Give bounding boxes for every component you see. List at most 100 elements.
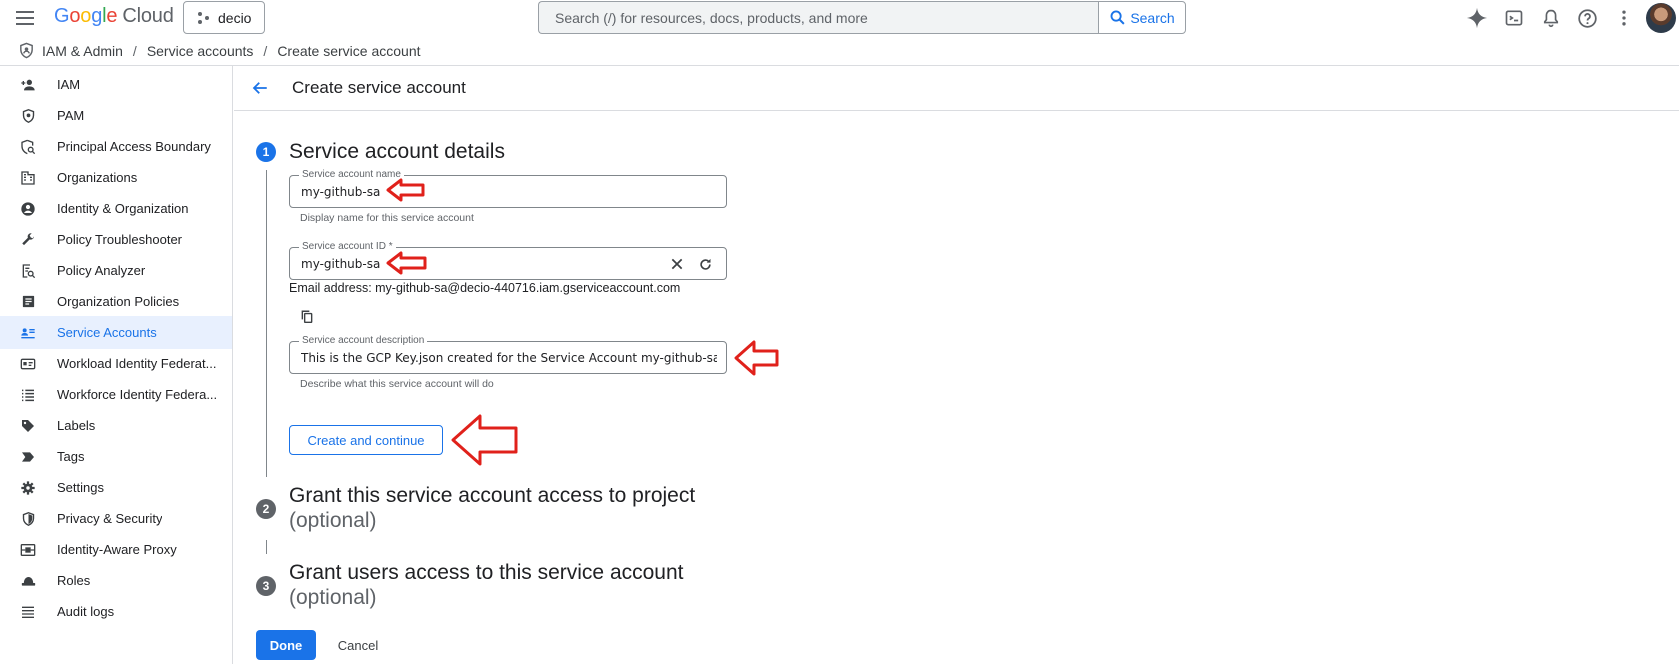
page-title: Create service account	[292, 78, 466, 97]
sidebar-item-label: PAM	[57, 108, 85, 123]
search-icon	[1110, 10, 1125, 25]
breadcrumb-separator: /	[132, 42, 137, 59]
sidebar-item-labels[interactable]: Labels	[0, 409, 232, 442]
logo-letter: o	[80, 5, 92, 27]
account-circle-icon	[19, 200, 37, 218]
sidebar-item-organizations[interactable]: Organizations	[0, 161, 232, 194]
service-account-description-input[interactable]	[301, 349, 717, 367]
breadcrumb-iam-admin[interactable]: IAM & Admin	[42, 43, 123, 59]
step-2-title[interactable]: Grant this service account access to pro…	[289, 483, 695, 533]
shield-icon	[19, 107, 37, 125]
step-2-title-text: Grant this service account access to pro…	[289, 484, 696, 507]
step-3-title[interactable]: Grant users access to this service accou…	[289, 560, 684, 610]
logo-cloud: Cloud	[122, 5, 174, 27]
service-account-id-input[interactable]	[301, 255, 641, 273]
more-vert-icon[interactable]	[1612, 6, 1636, 30]
service-account-description-hint: Describe what this service account will …	[300, 378, 494, 390]
service-account-description-field: Service account description	[289, 335, 727, 374]
search-box	[538, 1, 1098, 34]
create-and-continue-button[interactable]: Create and continue	[289, 425, 443, 455]
annotation-arrow-icon	[386, 178, 425, 202]
service-account-description-label: Service account description	[299, 335, 428, 347]
email-address: Email address: my-github-sa@decio-440716…	[289, 281, 681, 295]
avatar[interactable]	[1646, 3, 1676, 33]
sidebar-item-roles[interactable]: Roles	[0, 564, 232, 597]
sidebar-item-policy-troubleshooter[interactable]: Policy Troubleshooter	[0, 223, 232, 256]
sidebar-item-organization-policies[interactable]: Organization Policies	[0, 285, 232, 318]
list-icon	[19, 386, 37, 404]
proxy-icon	[19, 541, 37, 559]
clear-icon[interactable]	[667, 254, 687, 274]
person-add-icon	[19, 76, 37, 94]
refresh-icon[interactable]	[695, 254, 715, 274]
sidebar-item-label: Settings	[57, 480, 104, 495]
step-3-title-text: Grant users access to this service accou…	[289, 561, 684, 584]
service-account-name-input[interactable]	[301, 183, 711, 201]
annotation-arrow-icon	[734, 340, 779, 376]
cancel-button[interactable]: Cancel	[330, 630, 386, 660]
sidebar-item-label: Principal Access Boundary	[57, 139, 211, 154]
help-icon[interactable]	[1575, 6, 1599, 30]
search-button[interactable]: Search	[1098, 1, 1186, 34]
service-account-icon	[19, 324, 37, 342]
sidebar-item-label: Policy Analyzer	[57, 263, 146, 278]
sidebar-item-label: Privacy & Security	[57, 511, 163, 526]
sidebar-item-label: Roles	[57, 573, 91, 588]
search-input[interactable]	[555, 9, 1098, 26]
tag-icon	[19, 448, 37, 466]
sidebar-item-pam[interactable]: PAM	[0, 99, 232, 132]
sidebar-item-identity-organization[interactable]: Identity & Organization	[0, 192, 232, 225]
notifications-icon[interactable]	[1539, 6, 1563, 30]
main-menu-icon[interactable]	[13, 6, 37, 30]
google-cloud-logo[interactable]: Google Cloud	[54, 5, 174, 29]
sidebar-item-label: Workload Identity Federat...	[57, 356, 217, 371]
sidebar-item-policy-analyzer[interactable]: Policy Analyzer	[0, 254, 232, 287]
step-1-title[interactable]: Service account details	[289, 139, 505, 164]
search-button-label: Search	[1130, 9, 1175, 26]
wrench-icon	[19, 231, 37, 249]
step-3-number: 3	[256, 576, 276, 596]
logo-google: Google	[54, 5, 118, 27]
sidebar-item-principal-access-boundary[interactable]: Principal Access Boundary	[0, 130, 232, 163]
project-picker-button[interactable]: decio	[183, 1, 265, 34]
sidebar-item-label: IAM	[57, 77, 81, 92]
sidebar-item-settings[interactable]: Settings	[0, 471, 232, 504]
sidebar-item-label: Service Accounts	[57, 325, 157, 340]
security-icon	[19, 510, 37, 528]
cloud-shell-icon[interactable]	[1502, 6, 1526, 30]
policy-icon	[19, 138, 37, 156]
logo-letter: g	[91, 5, 103, 27]
back-arrow-icon[interactable]	[248, 76, 272, 100]
done-button[interactable]: Done	[256, 630, 316, 660]
step-connector	[266, 540, 267, 554]
sidebar-item-label: Labels	[57, 418, 96, 433]
sidebar-item-label: Organization Policies	[57, 294, 180, 309]
sidebar-item-iam[interactable]: IAM	[0, 68, 232, 101]
breadcrumb-separator: /	[263, 42, 268, 59]
copy-icon[interactable]	[297, 306, 317, 326]
logo-letter: o	[69, 5, 81, 27]
roles-icon	[19, 572, 37, 590]
sidebar-item-label: Tags	[57, 449, 85, 464]
service-account-id-field: Service account ID *	[289, 241, 727, 280]
annotation-arrow-icon	[451, 414, 518, 466]
sidebar-item-identity-aware-proxy[interactable]: Identity-Aware Proxy	[0, 533, 232, 566]
breadcrumb: IAM & Admin / Service accounts / Create …	[0, 36, 1679, 66]
step-2-optional: (optional)	[289, 509, 377, 532]
sidebar-item-privacy-security[interactable]: Privacy & Security	[0, 502, 232, 535]
sidebar-item-label: Organizations	[57, 170, 138, 185]
sidebar-item-audit-logs[interactable]: Audit logs	[0, 595, 232, 628]
project-name: decio	[218, 9, 252, 26]
breadcrumb-service-accounts[interactable]: Service accounts	[147, 43, 254, 59]
sidebar-item-tags[interactable]: Tags	[0, 440, 232, 473]
sidebar-item-workforce-identity-federation[interactable]: Workforce Identity Federa...	[0, 378, 232, 411]
breadcrumb-current: Create service account	[277, 42, 421, 59]
sidebar-item-service-accounts[interactable]: Service Accounts	[0, 316, 232, 349]
gemini-icon[interactable]	[1465, 6, 1489, 30]
sidebar-item-label: Identity & Organization	[57, 201, 189, 216]
service-account-id-label: Service account ID *	[299, 241, 396, 253]
sidebar-item-label: Identity-Aware Proxy	[57, 542, 177, 557]
sidebar-item-label: Workforce Identity Federa...	[57, 387, 218, 402]
sidebar-item-workload-identity-federation[interactable]: Workload Identity Federat...	[0, 347, 232, 380]
service-account-name-hint: Display name for this service account	[300, 212, 474, 224]
